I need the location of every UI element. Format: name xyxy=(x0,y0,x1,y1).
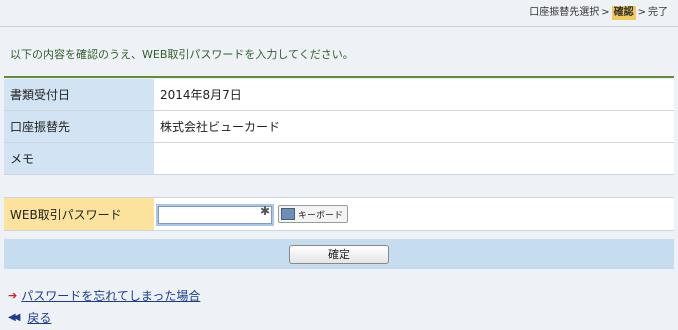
row-label: 口座振替先 xyxy=(4,110,154,143)
step-complete: 完了 xyxy=(648,7,668,18)
row-value: 2014年8月7日 xyxy=(154,79,674,111)
double-arrow-left-icon: ◀◀ xyxy=(8,312,21,323)
step-confirm-current: 確認 xyxy=(611,6,636,20)
details-table: 書類受付日 2014年8月7日 口座振替先 株式会社ビューカード メモ xyxy=(4,79,674,175)
step-separator: > xyxy=(637,7,646,18)
password-field-wrap: ✱ xyxy=(158,204,272,224)
table-row: 口座振替先 株式会社ビューカード xyxy=(4,110,674,143)
forgot-password-link[interactable]: ➔ パスワードを忘れてしまった場合 xyxy=(8,287,200,304)
keypad-star-icon: ✱ xyxy=(259,204,270,219)
row-label: メモ xyxy=(4,142,154,175)
forgot-password-label: パスワードを忘れてしまった場合 xyxy=(21,289,201,303)
row-value xyxy=(154,142,674,175)
step-select: 口座振替先選択 xyxy=(529,7,600,18)
back-label: 戻る xyxy=(27,311,52,325)
step-separator: > xyxy=(601,7,610,18)
back-link[interactable]: ◀◀ 戻る xyxy=(8,309,51,326)
software-keyboard-button[interactable]: キーボード xyxy=(278,205,349,223)
table-row: メモ xyxy=(4,142,674,175)
progress-steps: 口座振替先選択 > 確認 > 完了 xyxy=(529,6,668,20)
row-value: 株式会社ビューカード xyxy=(154,110,674,143)
password-row: WEB取引パスワード ✱ キーボード xyxy=(4,197,674,231)
keyboard-button-label: キーボード xyxy=(298,210,344,221)
password-input[interactable] xyxy=(158,205,272,224)
divider xyxy=(4,76,674,78)
table-row: 書類受付日 2014年8月7日 xyxy=(4,79,674,111)
instruction-text: 以下の内容を確認のうえ、WEB取引パスワードを入力してください。 xyxy=(10,48,354,61)
confirm-button[interactable]: 確定 xyxy=(289,244,389,264)
confirm-bar: 確定 xyxy=(4,239,674,269)
password-label: WEB取引パスワード xyxy=(4,198,154,230)
divider xyxy=(0,26,678,27)
keyboard-icon xyxy=(281,208,295,220)
row-label: 書類受付日 xyxy=(4,79,154,111)
arrow-right-icon: ➔ xyxy=(8,289,18,302)
